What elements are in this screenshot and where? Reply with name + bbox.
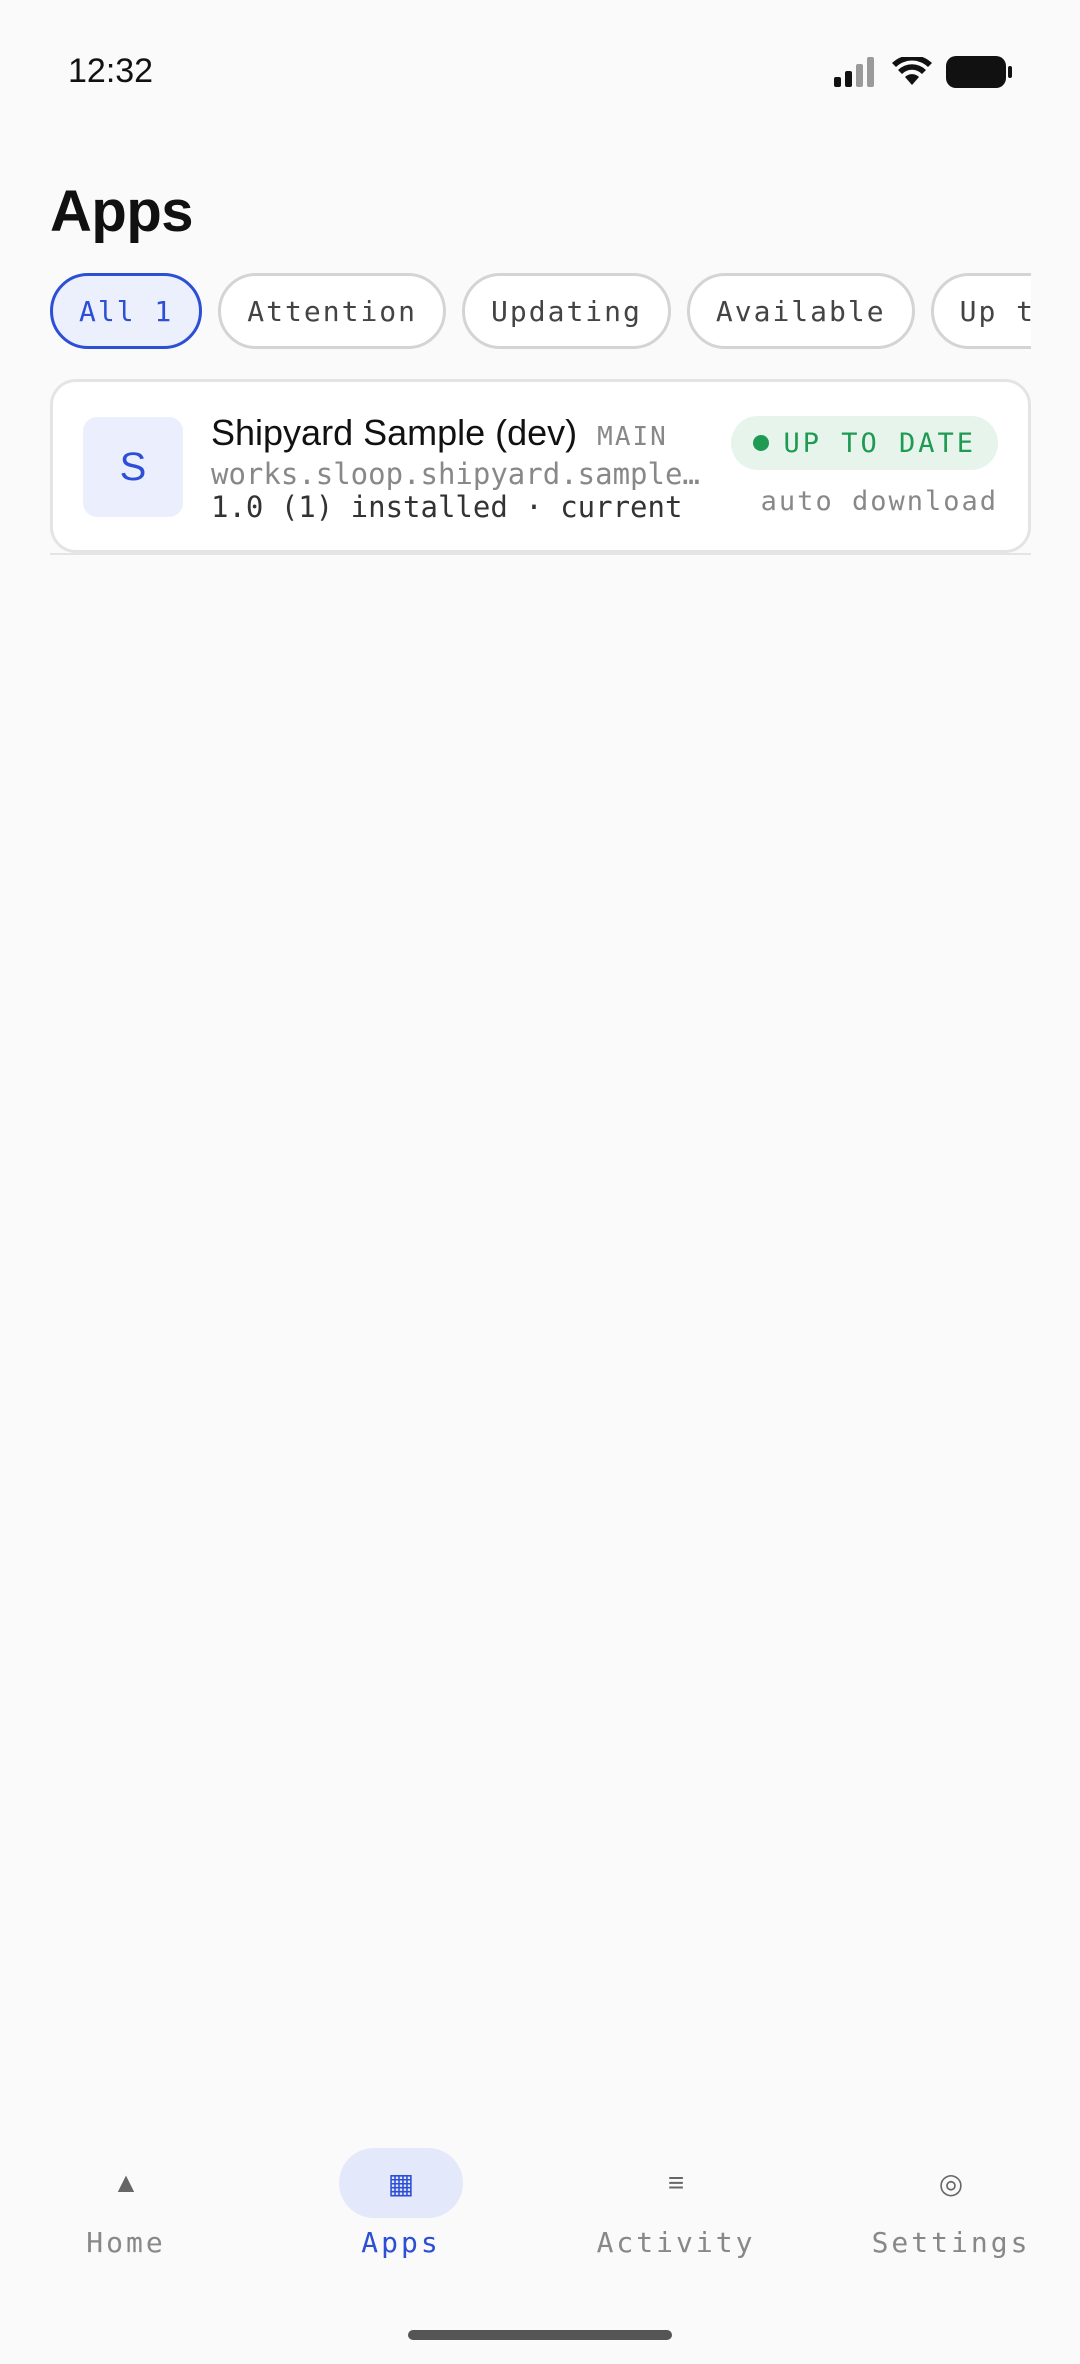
home-triangle-icon: ▲ xyxy=(112,2167,140,2198)
app-card[interactable]: S Shipyard Sample (dev) MAIN works.sloop… xyxy=(50,379,1031,553)
nav-item-settings[interactable]: ◎ Settings xyxy=(851,2130,1051,2280)
status-badge-label: UP TO DATE xyxy=(783,427,976,459)
nav-item-activity[interactable]: ≡ Activity xyxy=(576,2130,776,2280)
status-dot-icon xyxy=(753,435,770,451)
nav-label-activity: Activity xyxy=(596,2226,756,2259)
nav-label-home: Home xyxy=(86,2226,166,2259)
download-mode: auto download xyxy=(760,486,998,517)
cellular-signal-icon xyxy=(834,57,874,87)
home-indicator xyxy=(408,2330,672,2340)
nav-label-settings: Settings xyxy=(871,2226,1031,2259)
nav-item-home[interactable]: ▲ Home xyxy=(26,2130,226,2280)
filter-chip-updating[interactable]: Updating xyxy=(462,273,671,349)
app-bundle-id: works.sloop.shipyard.sampletest xyxy=(211,457,701,491)
app-channel: MAIN xyxy=(597,422,668,452)
activity-list-icon: ≡ xyxy=(667,2167,685,2198)
app-version-line: 1.0 (1) installed · current xyxy=(211,490,683,524)
filter-chip-all-1[interactable]: All 1 xyxy=(50,273,203,349)
nav-item-apps[interactable]: ▦ Apps xyxy=(301,2130,501,2280)
status-bar: 12:32 xyxy=(0,0,1080,150)
settings-target-icon: ◎ xyxy=(938,2167,964,2199)
filter-chip-up-to-date[interactable]: Up to date xyxy=(930,273,1031,349)
battery-icon xyxy=(946,56,1012,88)
app-name: Shipyard Sample (dev) xyxy=(211,412,578,453)
nav-label-apps: Apps xyxy=(361,2226,441,2259)
apps-grid-icon: ▦ xyxy=(339,2148,463,2218)
app-name-row: Shipyard Sample (dev) MAIN xyxy=(211,412,668,454)
status-badge: UP TO DATE xyxy=(731,416,998,470)
status-icons xyxy=(834,56,1012,88)
page-title: Apps xyxy=(50,179,194,244)
bottom-nav: ▲ Home ▦ Apps ≡ Activity ◎ Settings xyxy=(0,2130,1080,2280)
status-time: 12:32 xyxy=(68,52,154,90)
app-avatar: S xyxy=(83,417,183,517)
filter-chip-available[interactable]: Available xyxy=(686,273,915,349)
list-divider xyxy=(50,553,1031,555)
filter-chip-attention[interactable]: Attention xyxy=(218,273,447,349)
filter-chips: All 1AttentionUpdatingAvailableUp to dat… xyxy=(50,273,1031,349)
wifi-icon xyxy=(892,57,932,85)
